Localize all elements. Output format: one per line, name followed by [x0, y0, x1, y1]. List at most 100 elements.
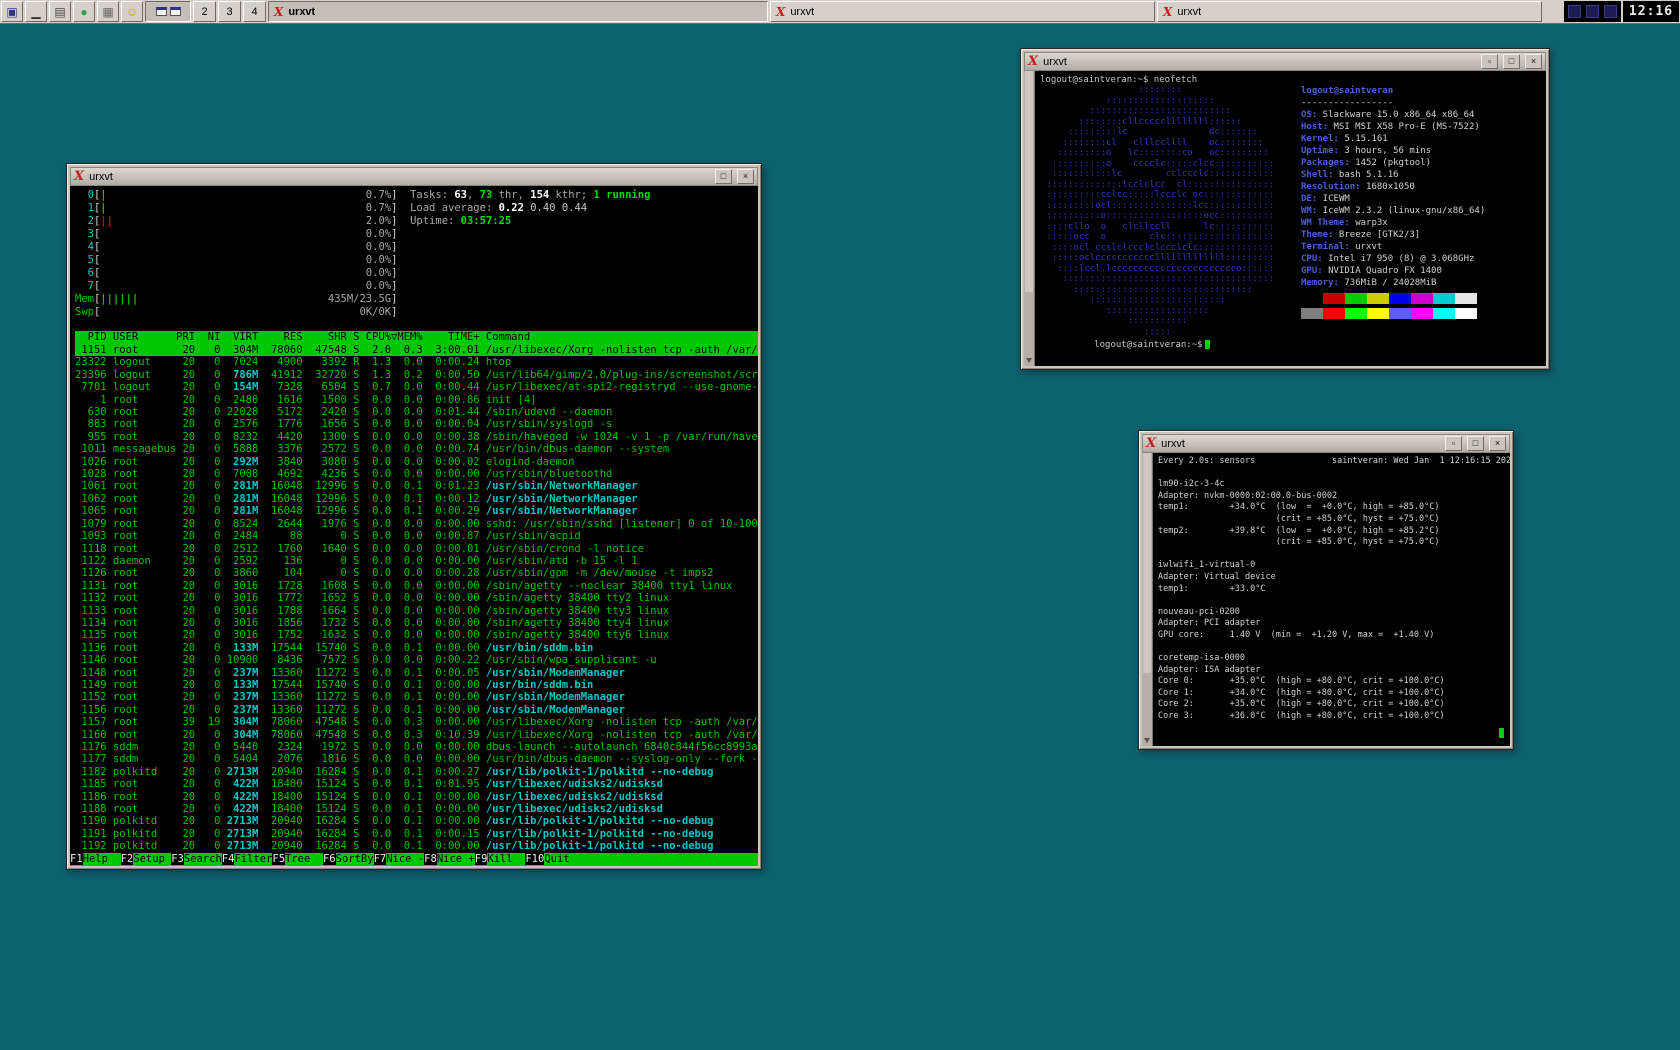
prompt-text: logout@saintveran:~$ [1094, 340, 1202, 350]
launcher-area: ▣▁▤●▦☺ [0, 0, 144, 23]
htop-process-row[interactable]: 1149 root 20 0 133M 17544 15740 S 0.0 0.… [75, 679, 758, 691]
launcher-smiley[interactable]: ☺ [121, 1, 143, 22]
workspace-button-3[interactable]: 3 [218, 1, 241, 22]
htop-process-row[interactable]: 1176 sddm 20 0 5440 2324 1972 S 0.0 0.0 … [75, 741, 758, 753]
maximize-button[interactable]: □ [1467, 436, 1484, 451]
htop-process-row[interactable]: 1146 root 20 0 10900 8436 7572 S 0.0 0.0… [75, 654, 758, 666]
urxvt-icon: X [1163, 5, 1172, 19]
htop-process-row[interactable]: 1192 polkitd 20 0 2713M 20940 16284 S 0.… [75, 840, 758, 852]
htop-process-row[interactable]: 955 root 20 0 8232 4420 1300 S 0.0 0.0 0… [75, 431, 758, 443]
shell-prompt[interactable]: logout@saintveran:~$ [1040, 327, 1210, 363]
taskbar-clock[interactable]: 12:16 [1623, 1, 1679, 22]
close-button[interactable]: × [737, 169, 754, 184]
htop-fkey-F5[interactable]: F5Tree [272, 853, 323, 866]
htop-meter-1: 1[| 0.7%] Load average: 0.22 0.40 0.44 [75, 202, 758, 215]
applet-icon-2[interactable] [1586, 5, 1599, 18]
launcher-globe[interactable]: ● [73, 1, 95, 22]
htop-fkey-F9[interactable]: F9Kill [475, 853, 526, 866]
htop-process-row[interactable]: 1093 root 20 0 2484 88 0 S 0.0 0.0 0:00.… [75, 530, 758, 542]
workspace-button-2[interactable]: 2 [193, 1, 216, 22]
htop-fkey-F1[interactable]: F1Help [70, 853, 121, 866]
htop-process-row[interactable]: 1177 sddm 20 0 5404 2076 1816 S 0.0 0.0 … [75, 753, 758, 765]
taskbar-task-urxvt-3[interactable]: Xurxvt [1157, 1, 1542, 22]
sensors-titlebar[interactable]: X urxvt ▫ □ × [1142, 434, 1510, 453]
minimize-button[interactable]: ▫ [1481, 54, 1498, 69]
htop-process-row[interactable]: 1135 root 20 0 3016 1752 1632 S 0.0 0.0 … [75, 629, 758, 641]
htop-process-row[interactable]: 1185 root 20 0 422M 18400 15124 S 0.0 0.… [75, 778, 758, 790]
minimize-button[interactable]: ▫ [1445, 436, 1462, 451]
htop-process-row[interactable]: 23322 logout 20 0 7024 4900 3392 R 1.3 0… [75, 356, 758, 368]
urxvt-icon[interactable]: X [1146, 437, 1156, 450]
htop-process-row[interactable]: 1182 polkitd 20 0 2713M 20940 16284 S 0.… [75, 766, 758, 778]
htop-process-row[interactable]: 1188 root 20 0 422M 18400 15124 S 0.0 0.… [75, 803, 758, 815]
htop-process-row[interactable]: 1011 messagebus 20 0 5888 3376 2572 S 0.… [75, 443, 758, 455]
neofetch-info-line: Theme: Breeze [GTK2/3] [1301, 229, 1485, 241]
launcher-start-menu[interactable]: ▣ [1, 1, 23, 22]
htop-process-row[interactable]: 1151 root 20 0 304M 78060 47548 S 2.0 0.… [75, 344, 758, 356]
scrollbar[interactable] [1142, 453, 1153, 746]
htop-fkey-F4[interactable]: F4Filter [222, 853, 273, 866]
terminal-cursor [1205, 340, 1210, 349]
htop-function-key-bar: F1Help F2Setup F3SearchF4FilterF5Tree F6… [70, 853, 758, 866]
htop-titlebar[interactable]: X urxvt □ × [70, 167, 758, 186]
htop-process-row[interactable]: 1133 root 20 0 3016 1788 1664 S 0.0 0.0 … [75, 605, 758, 617]
htop-process-row[interactable]: 1118 root 20 0 2512 1760 1640 S 0.0 0.0 … [75, 543, 758, 555]
htop-process-row[interactable]: 1191 polkitd 20 0 2713M 20940 16284 S 0.… [75, 828, 758, 840]
applet-icon-1[interactable] [1568, 5, 1581, 18]
htop-fkey-F2[interactable]: F2Setup [121, 853, 172, 866]
htop-process-row[interactable]: 883 root 20 0 2576 1776 1656 S 0.0 0.0 0… [75, 418, 758, 430]
taskbar-task-urxvt-1[interactable]: Xurxvt [268, 1, 768, 22]
terminal-color-palette-row [1301, 291, 1485, 304]
htop-fkey-F6[interactable]: F6SortBy [323, 853, 374, 866]
launcher-show-desktop[interactable]: ▁ [25, 1, 47, 22]
htop-process-row[interactable]: 1134 root 20 0 3016 1856 1732 S 0.0 0.0 … [75, 617, 758, 629]
urxvt-icon[interactable]: X [1028, 55, 1038, 68]
htop-process-row[interactable]: 1122 daemon 20 0 2592 136 0 S 0.0 0.0 0:… [75, 555, 758, 567]
htop-process-row[interactable]: 1136 root 20 0 133M 17544 15740 S 0.0 0.… [75, 642, 758, 654]
htop-process-row[interactable]: 1190 polkitd 20 0 2713M 20940 16284 S 0.… [75, 815, 758, 827]
workspace-button-1[interactable] [145, 1, 191, 22]
htop-fkey-F3[interactable]: F3Search [171, 853, 222, 866]
scrollbar-thumb[interactable] [1143, 453, 1151, 673]
maximize-button[interactable]: □ [715, 169, 732, 184]
window-sensors: X urxvt ▫ □ × Every 2.0s: sensors saintv… [1138, 430, 1514, 750]
launcher-package[interactable]: ▦ [97, 1, 119, 22]
htop-process-row[interactable]: 1028 root 20 0 7008 4692 4236 S 0.0 0.0 … [75, 468, 758, 480]
htop-process-table: PID USER PRI NI VIRT RES SHR S CPU%▽MEM%… [75, 331, 758, 853]
palette-swatch [1411, 308, 1433, 319]
applet-icon-3[interactable] [1604, 5, 1617, 18]
htop-process-row[interactable]: 1157 root 39 19 304M 78060 47548 S 0.0 0… [75, 716, 758, 728]
htop-fkey-F10[interactable]: F10Quit [525, 853, 582, 866]
htop-process-row[interactable]: 1065 root 20 0 281M 16048 12996 S 0.0 0.… [75, 505, 758, 517]
htop-process-row[interactable]: 1131 root 20 0 3016 1728 1608 S 0.0 0.0 … [75, 580, 758, 592]
close-button[interactable]: × [1489, 436, 1506, 451]
htop-fkey-F7[interactable]: F7Nice - [374, 853, 425, 866]
urxvt-icon[interactable]: X [74, 170, 84, 183]
htop-table-header[interactable]: PID USER PRI NI VIRT RES SHR S CPU%▽MEM%… [75, 331, 758, 344]
htop-process-row[interactable]: 1126 root 20 0 3860 104 0 S 0.0 0.0 0:00… [75, 567, 758, 579]
htop-process-row[interactable]: 630 root 20 0 22028 5172 2420 S 0.0 0.0 … [75, 406, 758, 418]
scrollbar-thumb[interactable] [1025, 71, 1033, 292]
taskbar-task-urxvt-2[interactable]: Xurxvt [770, 1, 1155, 22]
launcher-window-list[interactable]: ▤ [49, 1, 71, 22]
neofetch-titlebar[interactable]: X urxvt ▫ □ × [1024, 52, 1546, 71]
htop-process-row[interactable]: 1186 root 20 0 422M 18400 15124 S 0.0 0.… [75, 791, 758, 803]
htop-process-row[interactable]: 23396 logout 20 0 786M 41912 32720 S 1.3… [75, 369, 758, 381]
htop-meter-Mem: Mem[|||||| 435M/23.5G] [75, 293, 758, 306]
htop-process-row[interactable]: 1062 root 20 0 281M 16048 12996 S 0.0 0.… [75, 493, 758, 505]
htop-fkey-F8[interactable]: F8Nice + [424, 853, 475, 866]
htop-process-row[interactable]: 1156 root 20 0 237M 13360 11272 S 0.0 0.… [75, 704, 758, 716]
htop-process-row[interactable]: 1026 root 20 0 292M 3840 3080 S 0.0 0.0 … [75, 456, 758, 468]
htop-process-row[interactable]: 7701 logout 20 0 154M 7328 6504 S 0.7 0.… [75, 381, 758, 393]
htop-process-row[interactable]: 1152 root 20 0 237M 13360 11272 S 0.0 0.… [75, 691, 758, 703]
htop-process-row[interactable]: 1148 root 20 0 237M 13360 11272 S 0.0 0.… [75, 667, 758, 679]
htop-process-row[interactable]: 1061 root 20 0 281M 16048 12996 S 0.0 0.… [75, 480, 758, 492]
htop-process-row[interactable]: 1 root 20 0 2480 1616 1500 S 0.0 0.0 0:0… [75, 394, 758, 406]
maximize-button[interactable]: □ [1503, 54, 1520, 69]
htop-process-row[interactable]: 1160 root 20 0 304M 78060 47548 S 0.0 0.… [75, 729, 758, 741]
htop-process-row[interactable]: 1079 root 20 0 8524 2644 1976 S 0.0 0.0 … [75, 518, 758, 530]
workspace-button-4[interactable]: 4 [243, 1, 266, 22]
scrollbar[interactable] [1024, 71, 1035, 366]
htop-process-row[interactable]: 1132 root 20 0 3016 1772 1652 S 0.0 0.0 … [75, 592, 758, 604]
close-button[interactable]: × [1525, 54, 1542, 69]
